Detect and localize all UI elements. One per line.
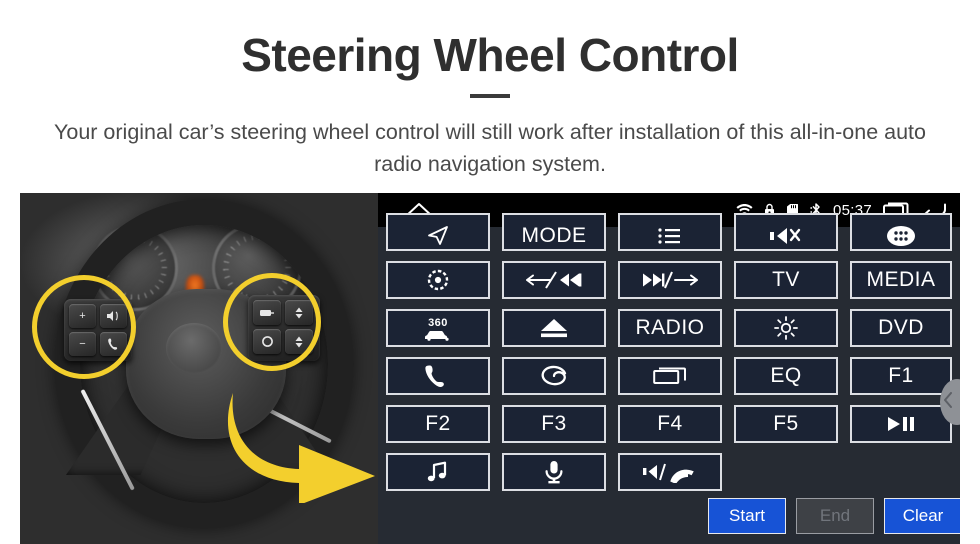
airbag-emblem (166, 323, 222, 373)
swc-button-dvd[interactable]: DVD (850, 309, 952, 347)
svg-text:360: 360 (428, 317, 448, 329)
swc-button-label: MEDIA (866, 268, 936, 291)
swc-button-mute[interactable] (734, 213, 838, 251)
swc-button-grid: MODE TV MEDIA 360 RADIO DVD EQ F1 F2 F3 … (378, 213, 960, 544)
swc-button-voice-mic[interactable] (502, 453, 606, 491)
page-root: Steering Wheel Control Your original car… (0, 0, 980, 544)
swc-button-eject[interactable] (502, 309, 606, 347)
swc-button-navigation[interactable] (386, 213, 490, 251)
swc-button-next-track[interactable] (618, 261, 722, 299)
swc-button-label: F1 (888, 364, 914, 387)
swc-button-label: F4 (657, 412, 683, 435)
swc-button-swirl-app[interactable] (502, 357, 606, 395)
chevron-left-icon (943, 391, 953, 413)
swc-button-tv[interactable]: TV (734, 261, 838, 299)
swc-button-function-2[interactable]: F2 (386, 405, 490, 443)
start-button[interactable]: Start (708, 498, 786, 534)
swc-button-label: DVD (878, 316, 924, 339)
swc-button-label: MODE (521, 224, 587, 247)
swc-button-volume-hangup[interactable] (618, 453, 722, 491)
head-unit-screen: 05:37 MODE TV MEDIA 360 RADIO DVD EQ F1 … (378, 193, 960, 544)
swc-button-function-3[interactable]: F3 (502, 405, 606, 443)
swc-button-label: F3 (541, 412, 567, 435)
yellow-arrow-icon (225, 393, 378, 505)
swc-button-function-1[interactable]: F1 (850, 357, 952, 395)
clear-button[interactable]: Clear (884, 498, 960, 534)
page-title: Steering Wheel Control (241, 29, 739, 81)
swc-button-label: F5 (773, 412, 799, 435)
page-header: Steering Wheel Control Your original car… (0, 0, 980, 193)
end-button[interactable]: End (796, 498, 874, 534)
swc-button-label: RADIO (635, 316, 705, 339)
start-button-label: Start (729, 506, 765, 525)
swc-button-label: EQ (770, 364, 802, 387)
clear-button-label: Clear (902, 506, 944, 525)
swc-button-camera-360[interactable]: 360 (386, 309, 490, 347)
page-subtitle: Your original car’s steering wheel contr… (54, 120, 926, 176)
swc-button-previous-track[interactable] (502, 261, 606, 299)
swc-button-label: F2 (425, 412, 451, 435)
highlight-circle-right (223, 273, 321, 371)
action-bar: Start End Clear (378, 498, 960, 536)
swc-button-menu-list[interactable] (618, 213, 722, 251)
swc-button-play-pause[interactable] (850, 405, 952, 443)
highlight-circle-left (32, 275, 136, 379)
swc-button-media[interactable]: MEDIA (850, 261, 952, 299)
swc-button-function-4[interactable]: F4 (618, 405, 722, 443)
swc-button-mode[interactable]: MODE (502, 213, 606, 251)
swc-button-brightness[interactable] (734, 309, 838, 347)
end-button-label: End (819, 506, 851, 525)
title-divider (470, 94, 510, 98)
swc-button-function-5[interactable]: F5 (734, 405, 838, 443)
swc-button-recent-apps[interactable] (618, 357, 722, 395)
steering-wheel-photo: + − (20, 193, 378, 544)
swc-button-label: TV (772, 268, 800, 291)
swc-button-equalizer[interactable]: EQ (734, 357, 838, 395)
swc-button-music[interactable] (386, 453, 490, 491)
swc-button-phone-call[interactable] (386, 357, 490, 395)
swc-button-app-drawer[interactable] (850, 213, 952, 251)
swc-button-settings[interactable] (386, 261, 490, 299)
swc-button-radio[interactable]: RADIO (618, 309, 722, 347)
